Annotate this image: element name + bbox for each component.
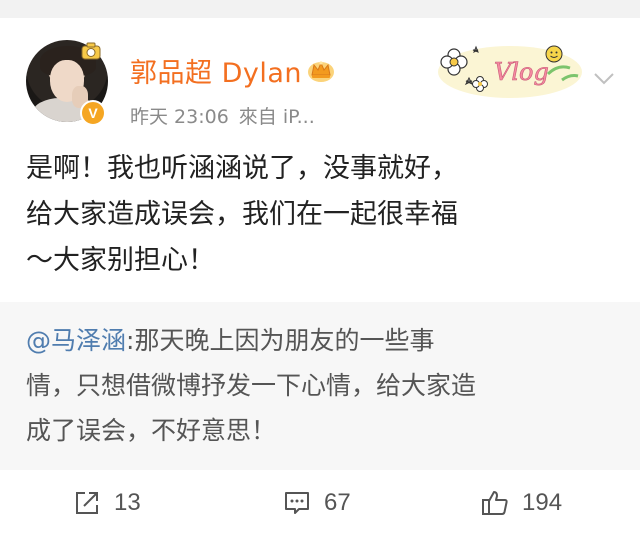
reposted-line: @马泽涵:那天晚上因为朋友的一些事 (26, 318, 626, 363)
like-count: 194 (522, 489, 563, 516)
username[interactable]: 郭品超 Dylan (130, 51, 302, 90)
post-line: 是啊！我也听涵涵说了，没事就好， (26, 153, 458, 184)
vlog-flower-decoration: Vlog (438, 45, 582, 98)
chevron-down-icon[interactable] (592, 66, 616, 90)
timestamp: 昨天 23:06 (130, 106, 229, 128)
verified-v-badge-icon: V (80, 100, 106, 126)
repost-count: 13 (114, 489, 141, 516)
share-arrow-icon (76, 492, 98, 514)
post-line: ～大家别担心！ (26, 245, 215, 276)
reposted-content[interactable]: @马泽涵:那天晚上因为朋友的一些事 情，只想借微博抒发一下心情，给大家造 成了误… (0, 302, 640, 470)
repost-button[interactable]: 13 (72, 486, 141, 520)
post-header: V 郭品超 Dylan 昨天 23:06 來自 iP... Vlog (0, 18, 640, 129)
camera-sticker-icon (81, 42, 101, 60)
like-button[interactable]: 194 (480, 486, 562, 520)
source[interactable]: 來自 iP... (239, 102, 315, 129)
reposted-line: 成了误会，不好意思！ (26, 416, 277, 445)
post-meta: 昨天 23:06 來自 iP... (130, 102, 315, 129)
action-bar: 13 67 194 (0, 470, 640, 536)
reposted-line: 情，只想借微博抒发一下心情，给大家造 (26, 371, 477, 400)
vlog-text: Vlog (494, 58, 549, 86)
thumbs-up-icon (482, 491, 508, 515)
post-body: 是啊！我也听涵涵说了，没事就好， 给大家造成误会，我们在一起很幸福 ～大家别担心… (26, 146, 626, 284)
reposted-text: @马泽涵:那天晚上因为朋友的一些事 情，只想借微博抒发一下心情，给大家造 成了误… (26, 318, 626, 453)
reposted-line-rest: :那天晚上因为朋友的一些事 (126, 326, 435, 355)
mention-link[interactable]: @马泽涵 (26, 326, 126, 355)
comment-count: 67 (324, 489, 351, 516)
top-separator (0, 0, 640, 18)
username-row[interactable]: 郭品超 Dylan (130, 51, 336, 90)
comment-bubble-icon (285, 492, 309, 514)
post-line: 给大家造成误会，我们在一起很幸福 (26, 199, 458, 230)
crown-icon[interactable] (306, 57, 336, 83)
comment-button[interactable]: 67 (282, 486, 351, 520)
